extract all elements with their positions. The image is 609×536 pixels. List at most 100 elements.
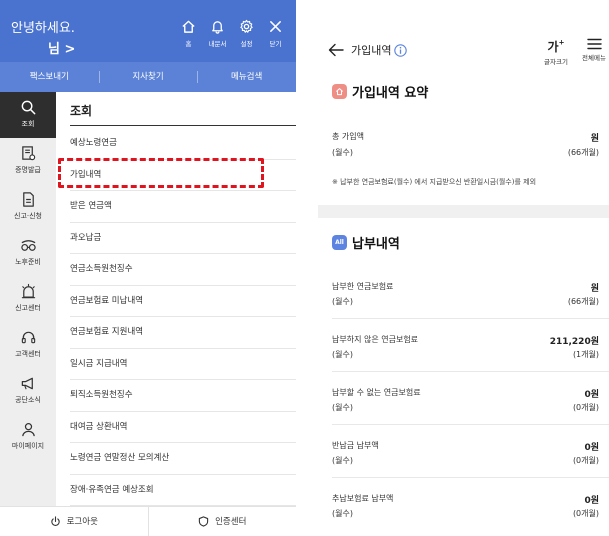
sidenav-item-report-center[interactable]: 신고센터 (0, 276, 56, 322)
menu-item-premium-support[interactable]: 연금보험료 지원내역 (70, 317, 296, 349)
home-icon (182, 20, 195, 33)
paid-premium-sub: (월수) (332, 297, 353, 306)
sidenav-item-certificate[interactable]: 증명발급 (0, 138, 56, 184)
font-size-glyph: 가 (547, 40, 559, 54)
sidenav-label: 조회 (21, 120, 35, 128)
row-divider (332, 424, 609, 425)
glasses-icon (20, 240, 36, 251)
summary-section-title: 가입내역 요약 (332, 82, 428, 101)
sidenav-item-inquiry[interactable]: 조회 (0, 92, 56, 138)
additional-payment-sub: (월수) (332, 509, 353, 518)
refund-payment-label: 반납금 납부액 (332, 441, 379, 450)
logout-label: 로그아웃 (66, 516, 98, 527)
refund-payment-sub: (월수) (332, 456, 353, 465)
additional-payment-value: 0원 (584, 496, 599, 506)
left-menu-panel: 안녕하세요. 님 > 홈 내문서 설정 닫기 팩스보내기 지사찾기 메뉴검색 조… (0, 0, 296, 536)
sidenav-item-report-apply[interactable]: 신고·신청 (0, 184, 56, 230)
auth-center-label: 인증센터 (215, 516, 247, 527)
sidenav-label: 마이페이지 (11, 442, 45, 450)
alarm-icon (21, 283, 35, 299)
row-divider (332, 318, 609, 319)
additional-payment-months: (0개월) (572, 509, 599, 518)
menu-item-pension-tax-withholding[interactable]: 연금소득원천징수 (70, 254, 296, 286)
gear-icon (240, 19, 253, 33)
font-size-button[interactable]: 가+ 글자크기 (541, 36, 571, 66)
total-subscription-label: 총 가입액 (332, 132, 364, 141)
menu-item-received-pension[interactable]: 받은 연금액 (70, 191, 296, 223)
home-button[interactable]: 홈 (174, 19, 203, 48)
settings-button[interactable]: 설정 (232, 19, 261, 48)
menu-item-year-end-settlement[interactable]: 노령연금 연말정산 모의계산 (70, 443, 296, 475)
house-badge-icon (332, 84, 347, 99)
row-divider (332, 477, 609, 478)
sidenav-label: 신고센터 (15, 304, 41, 312)
submenu-title: 조회 (70, 104, 93, 118)
fax-send-link[interactable]: 팩스보내기 (0, 62, 99, 92)
subscription-history-page: 가입내역 가+ 글자크기 전체메뉴 가입내역 요약 총 가입액 (월수) 원 (… (318, 0, 609, 536)
total-subscription-months: (66개월) (567, 148, 599, 157)
all-menu-button[interactable]: 전체메뉴 (580, 38, 608, 62)
sidenav-label: 신고·신청 (14, 212, 42, 220)
section-gap (318, 205, 609, 218)
auth-center-button[interactable]: 인증센터 (147, 507, 297, 536)
header-icon-group: 홈 내문서 설정 닫기 (174, 19, 290, 48)
menu-item-unpaid-premiums[interactable]: 연금보험료 미납내역 (70, 286, 296, 317)
unpaid-premium-sub: (월수) (332, 350, 353, 359)
menu-item-lump-sum-payments[interactable]: 일시금 지급내역 (70, 349, 296, 380)
my-documents-label: 내문서 (208, 40, 227, 48)
megaphone-icon (21, 377, 33, 390)
search-icon (21, 100, 35, 115)
hamburger-icon (586, 38, 602, 50)
logout-button[interactable]: 로그아웃 (0, 507, 148, 536)
unpaid-premium-label: 납부하지 않은 연금보험료 (332, 335, 419, 344)
sidenav-label: 공단소식 (15, 396, 41, 404)
sidenav-item-mypage[interactable]: 마이페이지 (0, 414, 56, 460)
close-button[interactable]: 닫기 (261, 19, 290, 48)
unpayable-premium-sub: (월수) (332, 403, 353, 412)
settings-label: 설정 (240, 40, 253, 48)
page-title: 가입내역 (351, 44, 392, 57)
sidenav-item-retirement-prep[interactable]: 노후준비 (0, 230, 56, 276)
close-label: 닫기 (269, 40, 282, 48)
summary-title-text: 가입내역 요약 (352, 86, 429, 101)
payment-title-text: 납부내역 (352, 237, 400, 252)
paid-premium-months: (66개월) (567, 297, 599, 306)
all-badge: All (332, 235, 347, 250)
sidenav-label: 증명발급 (15, 166, 41, 174)
power-icon (50, 516, 60, 527)
home-label: 홈 (185, 40, 192, 48)
unpaid-premium-value: 211,220원 (549, 337, 599, 347)
menu-item-overpayment[interactable]: 과오납금 (70, 223, 296, 254)
user-name-link[interactable]: 님 > (48, 38, 75, 57)
quick-links-bar: 팩스보내기 지사찾기 메뉴검색 (0, 62, 296, 92)
person-icon (21, 423, 35, 437)
branch-search-link[interactable]: 지사찾기 (98, 62, 198, 92)
menu-search-link[interactable]: 메뉴검색 (197, 62, 296, 92)
headset-icon (21, 331, 35, 344)
menu-item-expected-pension[interactable]: 예상노령연금 (70, 128, 296, 160)
my-documents-button[interactable]: 내문서 (203, 19, 232, 48)
menu-footer: 로그아웃 인증센터 (0, 506, 296, 536)
sidenav-label: 노후준비 (15, 258, 41, 266)
unpayable-premium-value: 0원 (584, 390, 599, 400)
menu-item-retirement-tax-withholding[interactable]: 퇴직소득원천징수 (70, 380, 296, 412)
paid-premium-label: 납부한 연금보험료 (332, 282, 394, 291)
unpayable-premium-label: 납부할 수 없는 연금보험료 (332, 388, 421, 397)
back-button[interactable] (328, 42, 344, 61)
font-size-plus: + (558, 38, 565, 47)
menu-header: 안녕하세요. 님 > 홈 내문서 설정 닫기 (0, 0, 296, 62)
menu-item-disability-survivor-pension[interactable]: 장애·유족연금 예상조회 (70, 475, 296, 506)
font-size-label: 글자크기 (544, 58, 568, 66)
sidenav-item-customer-center[interactable]: 고객센터 (0, 322, 56, 368)
all-menu-label: 전체메뉴 (582, 54, 606, 62)
bell-icon (212, 21, 223, 34)
menu-item-loan-repayment[interactable]: 대여금 상환내역 (70, 412, 296, 443)
highlight-annotation (58, 158, 264, 188)
unpaid-premium-months: (1개월) (572, 350, 599, 359)
close-icon (270, 21, 281, 32)
payment-section-title: All 납부내역 (332, 233, 400, 252)
side-navigation: 조회 증명발급 신고·신청 노후준비 신고센터 고객센터 공단소식 마이페이지 (0, 92, 56, 506)
sidenav-item-news[interactable]: 공단소식 (0, 368, 56, 414)
greeting-text: 안녕하세요. (11, 21, 75, 36)
info-button[interactable] (394, 42, 407, 61)
